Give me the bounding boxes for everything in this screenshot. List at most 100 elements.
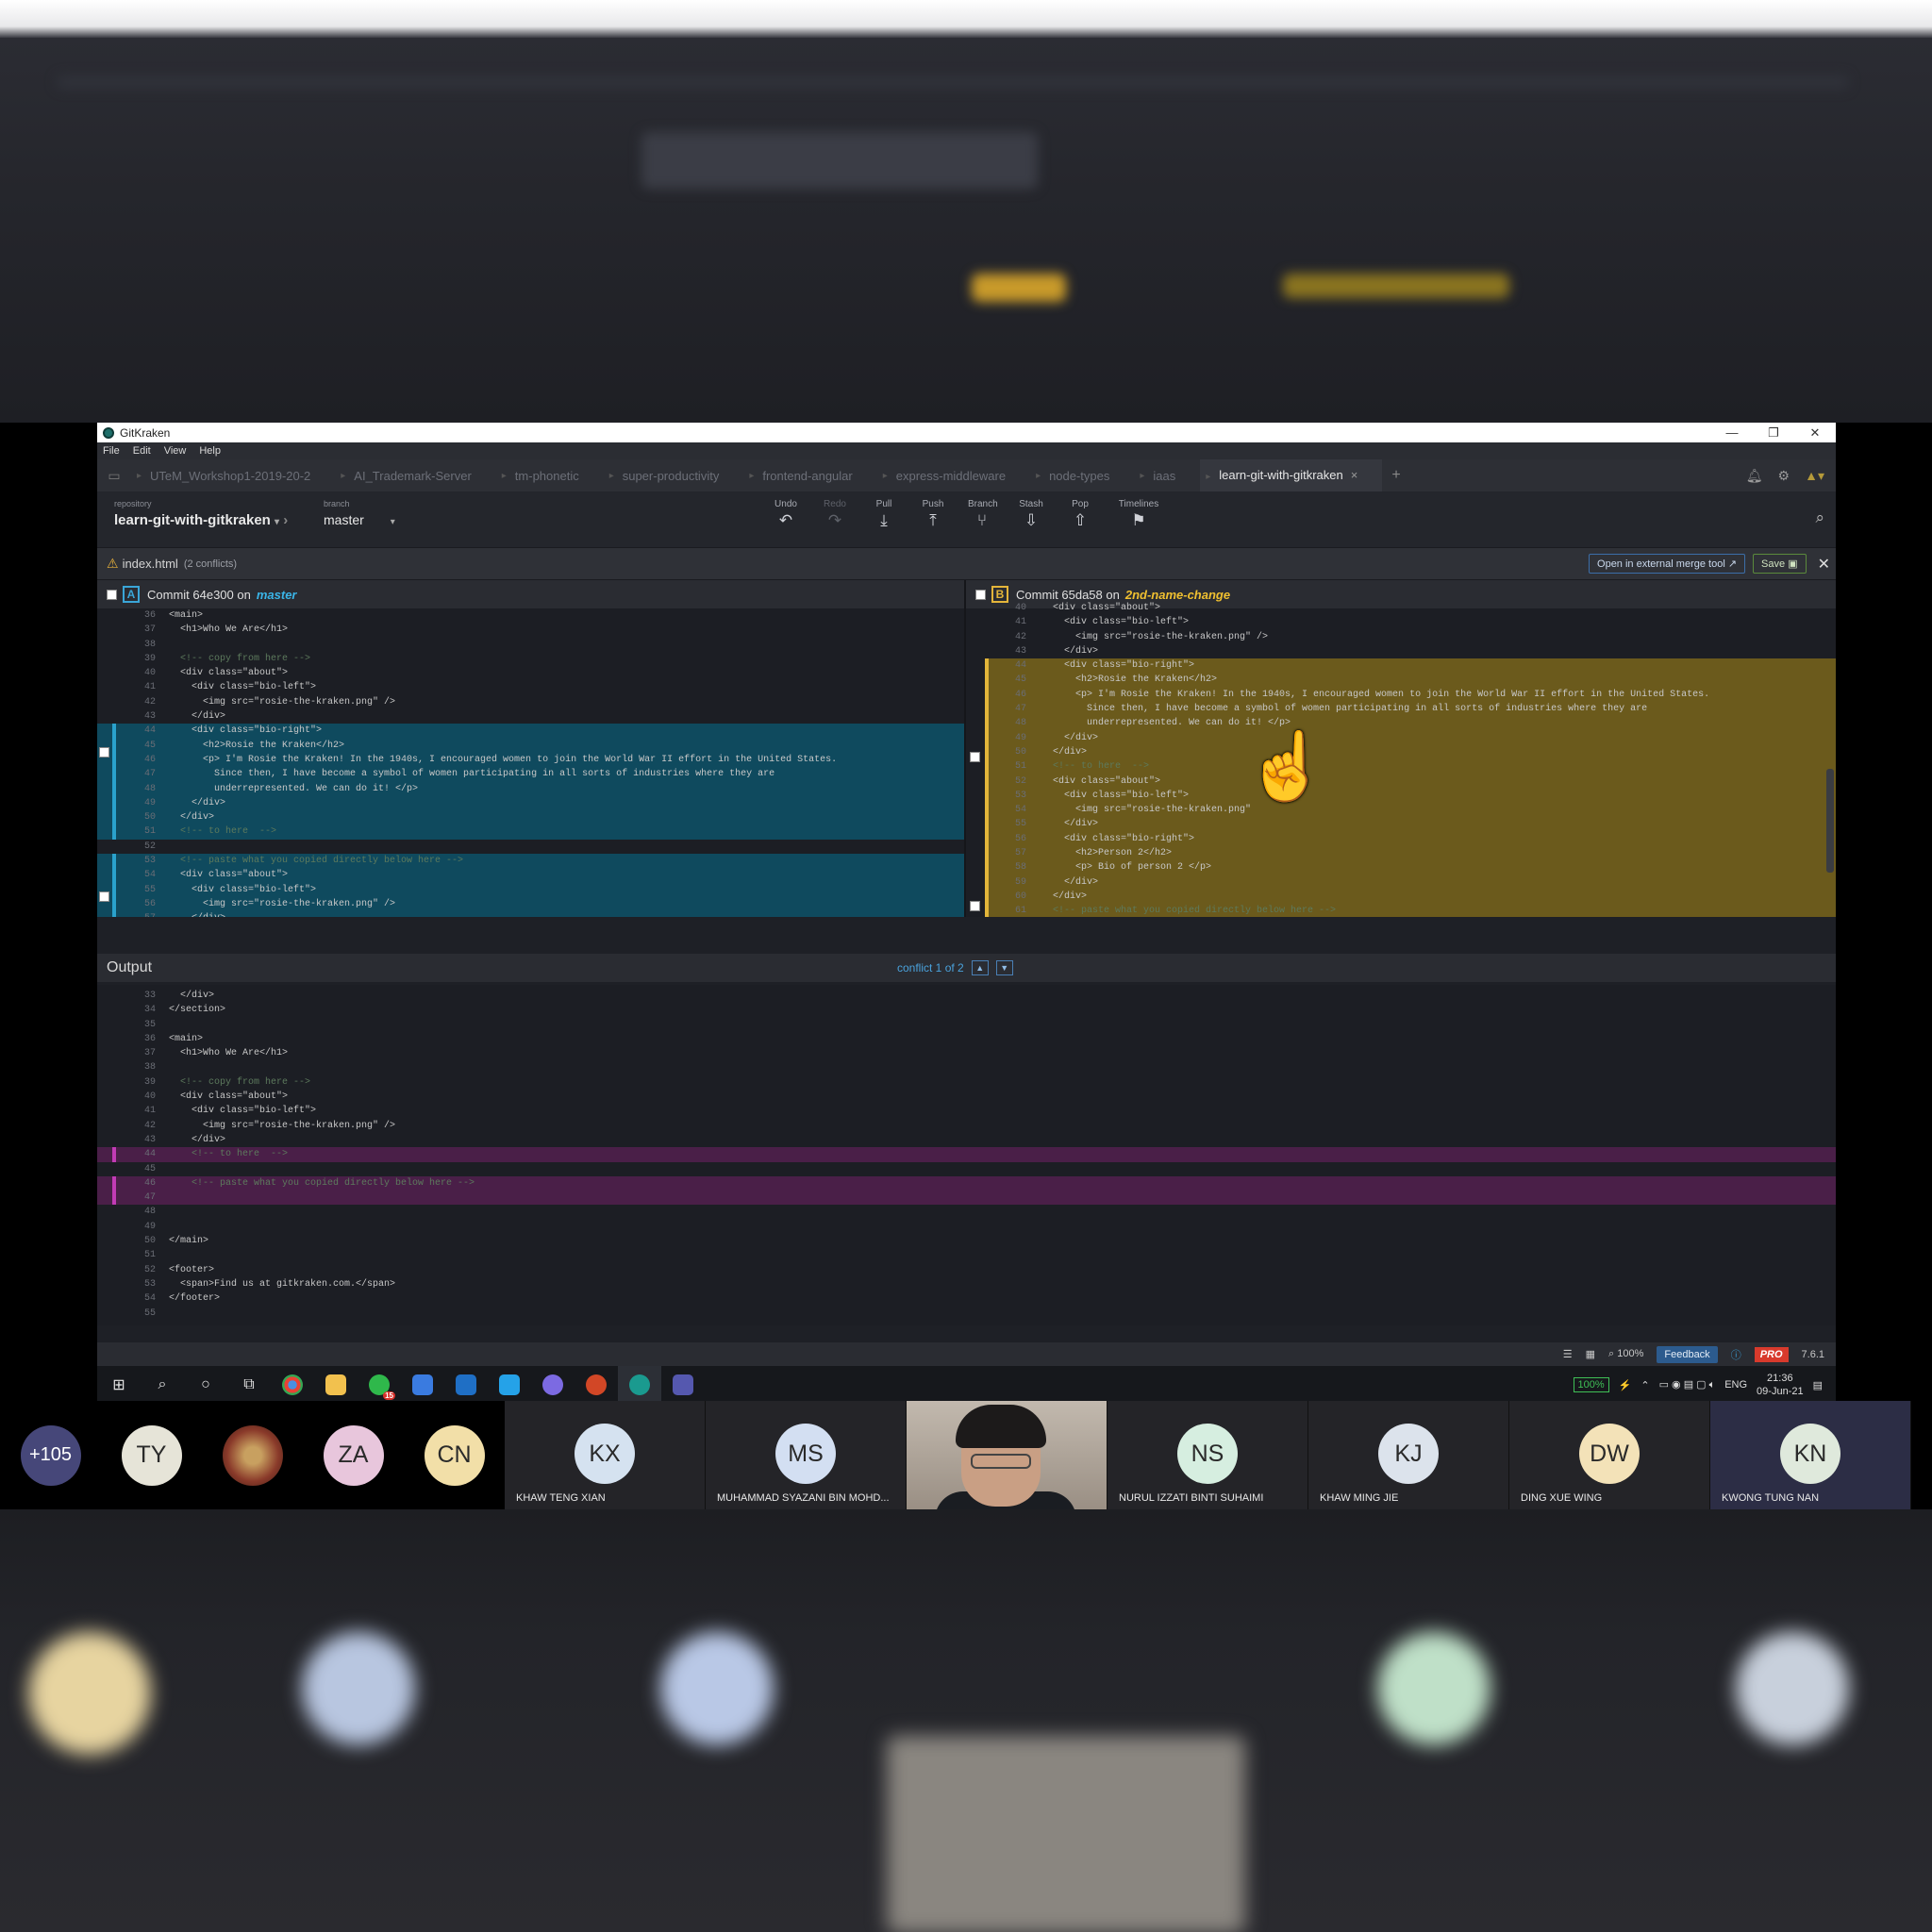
- tray-icons[interactable]: ▭ ◉ ▤ ▢ 🔈︎: [1659, 1378, 1716, 1391]
- push-button[interactable]: Push ⤒: [919, 499, 947, 530]
- search-icon[interactable]: ⌕: [141, 1376, 184, 1393]
- code-line[interactable]: 41 <div class="bio-left">: [97, 680, 964, 694]
- repo-tab[interactable]: tm-phonetic: [496, 469, 604, 483]
- power-icon[interactable]: ⚡: [1619, 1379, 1632, 1391]
- timelines-button[interactable]: Timelines ⚑: [1115, 499, 1162, 530]
- new-tab-button[interactable]: +: [1382, 467, 1409, 484]
- hunk-checkbox[interactable]: [99, 891, 109, 902]
- code-line[interactable]: 37 <h1>Who We Are</h1>: [97, 1046, 1836, 1060]
- code-line[interactable]: 60 </div>: [985, 889, 1836, 905]
- repository-selector[interactable]: learn-git-with-gitkraken ▾ ›: [114, 512, 288, 528]
- code-line[interactable]: 54 </footer>: [97, 1291, 1836, 1306]
- whatsapp-icon[interactable]: 15: [358, 1366, 401, 1404]
- code-line[interactable]: 53 <span>Find us at gitkraken.com.</span…: [97, 1277, 1836, 1291]
- maximize-button[interactable]: ❐: [1753, 425, 1794, 441]
- code-line[interactable]: 41 <div class="bio-left">: [97, 1104, 1836, 1118]
- repo-tab[interactable]: iaas: [1134, 469, 1200, 483]
- code-line[interactable]: 46 <p> I'm Rosie the Kraken! In the 1940…: [985, 687, 1836, 703]
- participant-tile[interactable]: KN KWONG TUNG NAN: [1710, 1401, 1911, 1509]
- code-line[interactable]: 44 <!-- to here -->: [97, 1147, 1836, 1162]
- participant-avatar[interactable]: CN: [424, 1424, 485, 1486]
- code-line[interactable]: 38: [97, 638, 964, 652]
- avatar[interactable]: ▲▾: [1805, 468, 1824, 484]
- code-line[interactable]: 58 <p> Bio of person 2 </p>: [985, 860, 1836, 875]
- repo-tab[interactable]: express-middleware: [877, 469, 1030, 483]
- code-line[interactable]: 35: [97, 1018, 1836, 1032]
- file-explorer-icon[interactable]: [314, 1366, 358, 1404]
- pane-b-scrollbar[interactable]: [1826, 769, 1834, 873]
- menu-view[interactable]: View: [164, 445, 187, 457]
- code-line[interactable]: 45: [97, 1162, 1836, 1176]
- discord-icon[interactable]: [531, 1366, 575, 1404]
- code-line[interactable]: 51 <!-- to here -->: [985, 759, 1836, 774]
- battery-indicator[interactable]: 100%: [1573, 1377, 1609, 1392]
- code-line[interactable]: 61 <!-- paste what you copied directly b…: [985, 904, 1836, 917]
- code-line[interactable]: 59 </div>: [985, 874, 1836, 891]
- external-merge-tool-button[interactable]: Open in external merge tool ↗: [1589, 554, 1746, 574]
- code-line[interactable]: 52: [97, 840, 964, 854]
- code-line[interactable]: 43 </div>: [985, 644, 1836, 658]
- code-line[interactable]: 36 <main>: [97, 608, 964, 623]
- menu-edit[interactable]: Edit: [133, 445, 151, 457]
- save-button[interactable]: Save ▣: [1753, 554, 1807, 574]
- code-line[interactable]: 45 <h2>Rosie the Kraken</h2>: [97, 738, 964, 754]
- participant-tile[interactable]: KX KHAW TENG XIAN: [505, 1401, 706, 1509]
- pop-button[interactable]: Pop ⇧: [1066, 499, 1094, 530]
- gear-icon[interactable]: ⚙: [1778, 468, 1790, 484]
- stash-button[interactable]: Stash ⇩: [1017, 499, 1045, 530]
- participant-tile[interactable]: KJ KHAW MING JIE: [1308, 1401, 1509, 1509]
- code-line[interactable]: 40 <div class="about">: [985, 601, 1836, 615]
- list-view-icon[interactable]: ☰: [1563, 1348, 1573, 1360]
- outlook-icon[interactable]: [444, 1366, 488, 1404]
- pane-b-select-all-checkbox[interactable]: [975, 589, 986, 600]
- code-line[interactable]: 54 <div class="about">: [97, 868, 964, 883]
- feedback-button[interactable]: Feedback: [1657, 1345, 1718, 1363]
- code-line[interactable]: 48: [97, 1205, 1836, 1219]
- code-line[interactable]: 50 </main>: [97, 1234, 1836, 1248]
- participant-video-tile[interactable]: [907, 1401, 1108, 1509]
- undo-button[interactable]: Undo ↶: [772, 499, 800, 530]
- branch-selector[interactable]: master ▾: [324, 512, 395, 527]
- redo-button[interactable]: Redo ↷: [821, 499, 849, 530]
- code-line[interactable]: 40 <div class="about">: [97, 1090, 1836, 1104]
- hunk-checkbox[interactable]: [99, 747, 109, 758]
- participant-tile[interactable]: MS MUHAMMAD SYAZANI BIN MOHD...: [706, 1401, 907, 1509]
- participant-tile[interactable]: DW DING XUE WING: [1509, 1401, 1710, 1509]
- notification-center-icon[interactable]: ▤: [1813, 1379, 1823, 1391]
- code-line[interactable]: 40 <div class="about">: [97, 666, 964, 680]
- participant-tile[interactable]: NS NURUL IZZATI BINTI SUHAIMI: [1108, 1401, 1308, 1509]
- participant-avatar[interactable]: [222, 1424, 283, 1486]
- menu-file[interactable]: File: [103, 445, 120, 457]
- code-line[interactable]: 41 <div class="bio-left">: [985, 615, 1836, 629]
- teams-icon[interactable]: [661, 1366, 705, 1404]
- code-line[interactable]: 55 <div class="bio-left">: [97, 882, 964, 898]
- next-conflict-button[interactable]: ▼: [995, 960, 1013, 975]
- code-line[interactable]: 55 </div>: [985, 817, 1836, 833]
- code-line[interactable]: 51 <!-- to here -->: [97, 824, 964, 841]
- close-tab-icon[interactable]: ×: [1351, 468, 1358, 482]
- clock[interactable]: 21:36 09-Jun-21: [1757, 1372, 1804, 1398]
- code-line[interactable]: 44 <div class="bio-right">: [985, 658, 1836, 674]
- code-line[interactable]: 56 <div class="bio-right">: [985, 831, 1836, 847]
- code-line[interactable]: 34 </section>: [97, 1003, 1836, 1017]
- code-line[interactable]: 46 <!-- paste what you copied directly b…: [97, 1175, 1836, 1191]
- code-line[interactable]: 49: [97, 1220, 1836, 1234]
- code-line[interactable]: 48 underrepresented. We can do it! </p>: [97, 781, 964, 797]
- code-line[interactable]: 51: [97, 1248, 1836, 1262]
- code-line[interactable]: 42 <img src="rosie-the-kraken.png" />: [97, 1119, 1836, 1133]
- repo-tab[interactable]: node-types: [1030, 469, 1134, 483]
- network-icon[interactable]: ▦: [1586, 1348, 1595, 1360]
- code-line[interactable]: 45 <h2>Rosie the Kraken</h2>: [985, 673, 1836, 689]
- repo-tab-active[interactable]: learn-git-with-gitkraken ×: [1200, 459, 1383, 493]
- code-line[interactable]: 49 </div>: [985, 730, 1836, 746]
- gitkraken-taskbar-icon[interactable]: [618, 1366, 661, 1404]
- code-line[interactable]: 39 <!-- copy from here -->: [97, 652, 964, 666]
- repo-tab[interactable]: UTeM_Workshop1-2019-20-2: [131, 469, 335, 483]
- close-merge-icon[interactable]: ✕: [1818, 555, 1830, 574]
- code-line[interactable]: 33 </div>: [97, 989, 1836, 1003]
- close-window-button[interactable]: ✕: [1794, 425, 1836, 441]
- bell-icon[interactable]: 🔔︎: [1746, 468, 1763, 484]
- repo-tab[interactable]: super-productivity: [604, 469, 744, 483]
- code-line[interactable]: 52 <div class="about">: [985, 774, 1836, 790]
- repo-tab[interactable]: frontend-angular: [743, 469, 876, 483]
